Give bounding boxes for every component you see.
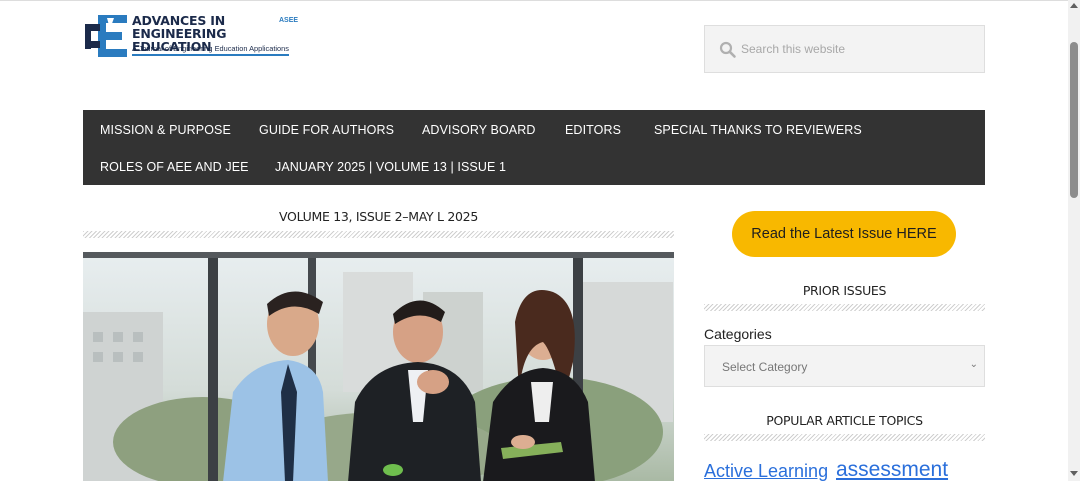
page-title: VOLUME 13, ISSUE 2–MAY L 2025 bbox=[279, 209, 478, 224]
chevron-down-icon: ⌄ bbox=[969, 359, 978, 370]
search-input[interactable] bbox=[741, 26, 971, 72]
category-select-value: Select Category bbox=[722, 360, 808, 374]
tag-active-learning[interactable]: Active Learning bbox=[704, 461, 828, 481]
office-team-photo bbox=[83, 252, 674, 481]
categories-label: Categories bbox=[704, 326, 772, 342]
aee-logo-mark bbox=[85, 15, 127, 57]
nav-item-mission-purpose[interactable]: MISSION & PURPOSE bbox=[100, 123, 231, 137]
tag-assessment[interactable]: assessment bbox=[836, 458, 948, 481]
search-box[interactable] bbox=[704, 25, 985, 73]
scroll-down-arrow-icon[interactable] bbox=[1070, 471, 1078, 476]
nav-item-editors[interactable]: EDITORS bbox=[565, 123, 621, 137]
nav-item-advisory-board[interactable]: ADVISORY BOARD bbox=[422, 123, 535, 137]
vertical-scrollbar[interactable] bbox=[1068, 0, 1080, 481]
category-select[interactable]: Select Category ⌄ bbox=[704, 345, 985, 387]
asee-badge: ASEE bbox=[279, 17, 299, 24]
nav-item-special-thanks[interactable]: SPECIAL THANKS TO REVIEWERS bbox=[654, 123, 862, 137]
scrollbar-thumb[interactable] bbox=[1070, 42, 1078, 198]
popular-topics-title: POPULAR ARTICLE TOPICS bbox=[766, 413, 923, 428]
popular-topics-divider bbox=[704, 434, 985, 441]
site-logo[interactable]: ADVANCES IN ENGINEERING EDUCATION ASEE A… bbox=[85, 13, 305, 59]
main-nav: MISSION & PURPOSE GUIDE FOR AUTHORS ADVI… bbox=[83, 110, 985, 185]
scroll-up-arrow-icon[interactable] bbox=[1070, 3, 1078, 8]
feature-image bbox=[83, 252, 674, 481]
title-divider bbox=[83, 231, 674, 238]
nav-item-roles[interactable]: ROLES OF AEE AND JEE bbox=[100, 160, 249, 174]
read-latest-issue-button[interactable]: Read the Latest Issue HERE bbox=[732, 211, 956, 257]
page: ADVANCES IN ENGINEERING EDUCATION ASEE A… bbox=[0, 0, 1068, 481]
prior-issues-title: PRIOR ISSUES bbox=[802, 283, 887, 298]
nav-item-guide-for-authors[interactable]: GUIDE FOR AUTHORS bbox=[259, 123, 394, 137]
search-icon bbox=[719, 41, 736, 58]
logo-subtitle: A Journal of Engineering Education Appli… bbox=[132, 44, 289, 56]
prior-issues-divider bbox=[704, 304, 985, 311]
nav-item-january-2025[interactable]: JANUARY 2025 | VOLUME 13 | ISSUE 1 bbox=[275, 160, 506, 174]
